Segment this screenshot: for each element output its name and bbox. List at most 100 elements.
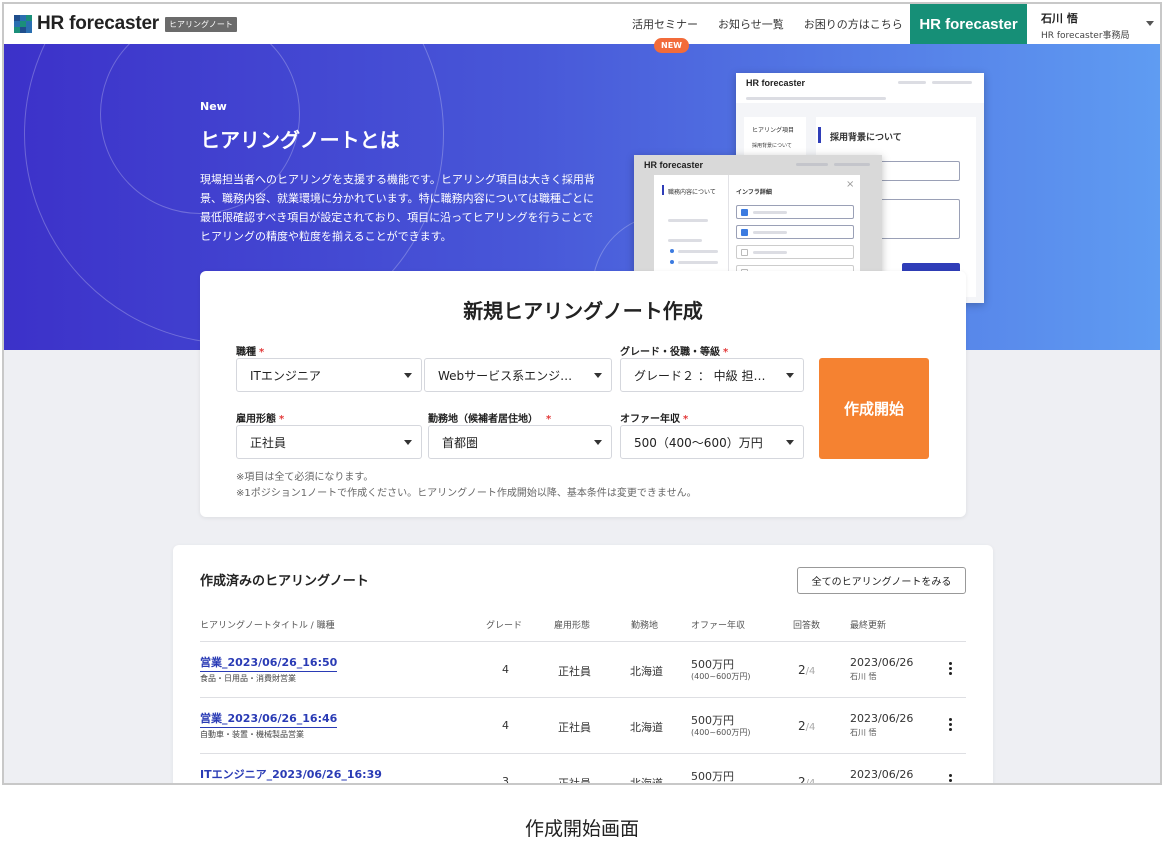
mockup-app-title: HR forecaster [644, 160, 704, 170]
bullet-icon [670, 249, 674, 253]
table-row: 営業_2023/06/26_16:50 食品・日用品・消費財営業 4 正社員 北… [200, 641, 966, 697]
job-type-select[interactable]: ITエンジニア [236, 358, 422, 392]
logo-text: HR forecaster [37, 13, 160, 34]
job-subtype-select[interactable]: Webサービス系エンジニア [424, 358, 612, 392]
top-header: HR forecaster ヒアリングノート 活用セミナー お知らせ一覧 お困り… [4, 4, 1160, 44]
hero-description: 現場担当者へのヒアリングを支援する機能です。ヒアリング項目は大きく採用背景、職務… [200, 173, 595, 243]
table-row: ITエンジニア_2023/06/26_16:39 3 正社員 北海道 500万円… [200, 753, 966, 785]
cell-employment: 正社員 [558, 721, 591, 734]
created-notes-card: 作成済みのヒアリングノート 全てのヒアリングノートをみる ヒアリングノートタイト… [173, 545, 993, 785]
location-label: 勤務地（候補者居住地） * [428, 414, 552, 425]
chevron-down-icon [594, 373, 602, 378]
mockup-checkbox-row [736, 225, 854, 239]
create-note-card: 新規ヒアリングノート作成 職種 * ITエンジニア Webサービス系エンジニア グ… [200, 271, 966, 517]
column-header-grade: グレード [486, 621, 523, 631]
column-header-employment: 雇用形態 [554, 621, 591, 631]
mockup-left-title: 職務内容について [668, 189, 716, 196]
placeholder-line [898, 81, 926, 84]
cell-updated-by: 石川 悟 [850, 672, 877, 681]
chevron-down-icon [404, 373, 412, 378]
list-title: 作成済みのヒアリングノート [200, 574, 369, 589]
cell-employment: 正社員 [558, 777, 591, 785]
cell-answers: 2/4 [798, 775, 816, 785]
nav-help[interactable]: お困りの方はこちら [804, 16, 903, 32]
cell-answers: 2/4 [798, 719, 816, 733]
cell-location: 北海道 [630, 665, 663, 678]
grade-select[interactable]: グレード２ ： 中級 担当者 [620, 358, 804, 392]
hero-new-label: New [200, 100, 227, 113]
chevron-down-icon [786, 373, 794, 378]
location-select[interactable]: 首都圏 [428, 425, 612, 459]
grade-label: グレード・役職・等級 * [620, 347, 729, 358]
column-header-answers: 回答数 [793, 621, 821, 631]
more-options-icon[interactable] [949, 662, 952, 677]
note-title-link[interactable]: 営業_2023/06/26_16:46 [200, 710, 338, 728]
placeholder-line [678, 261, 718, 264]
cell-salary: 500万円 [691, 770, 734, 783]
cell-updated: 2023/06/26 [850, 656, 914, 669]
close-icon: × [846, 179, 855, 190]
cell-updated-by: 石川 悟 [850, 728, 877, 737]
logo-grid-icon [14, 15, 32, 33]
cell-location: 北海道 [630, 721, 663, 734]
placeholder-line [668, 219, 708, 222]
start-create-button[interactable]: 作成開始 [819, 358, 929, 459]
cell-grade: 4 [502, 719, 509, 732]
cell-updated: 2023/06/26 [850, 712, 914, 725]
cell-salary: 500万円 [691, 714, 734, 727]
user-menu[interactable]: 石川 悟 HR forecaster事務局 [1041, 10, 1130, 41]
more-options-icon[interactable] [949, 774, 952, 783]
employment-select[interactable]: 正社員 [236, 425, 422, 459]
create-form-title: 新規ヒアリングノート作成 [463, 299, 703, 323]
mockup-right-title: インフラ詳細 [736, 189, 772, 196]
form-note-policy: ※1ポジション1ノートで作成ください。ヒアリングノート作成開始以降、基本条件は変… [236, 488, 697, 499]
cell-salary-range: (400~600万円) [691, 728, 751, 737]
placeholder-line [746, 97, 886, 100]
column-header-updated: 最終更新 [850, 621, 887, 631]
nav-news[interactable]: お知らせ一覧 [718, 16, 784, 32]
placeholder-line [668, 239, 702, 242]
user-org: HR forecaster事務局 [1041, 31, 1130, 41]
chevron-down-icon[interactable] [1146, 21, 1154, 26]
note-title-link[interactable]: 営業_2023/06/26_16:50 [200, 654, 338, 672]
note-category: 食品・日用品・消費財営業 [200, 674, 296, 683]
placeholder-line [678, 250, 718, 253]
figure-caption: 作成開始画面 [524, 818, 639, 840]
salary-select[interactable]: 500（400〜600）万円 [620, 425, 804, 459]
cell-grade: 3 [502, 775, 509, 785]
logo-badge: ヒアリングノート [165, 16, 237, 32]
mockup-checkbox-row [736, 245, 854, 259]
cell-updated: 2023/06/26 [850, 768, 914, 781]
mockup-menu-sub: 採用背景について [752, 143, 792, 149]
mockup-section-title: 採用背景について [830, 133, 902, 143]
salary-label: オファー年収 * [620, 414, 689, 425]
column-header-salary: オファー年収 [691, 621, 746, 631]
cell-salary-range: (400~600万円) [691, 672, 751, 681]
note-category: 自動車・装置・機械製品営業 [200, 730, 304, 739]
new-badge: NEW [654, 38, 689, 53]
bullet-icon [670, 260, 674, 264]
mockup-checkbox-row [736, 205, 854, 219]
note-title-link[interactable]: ITエンジニア_2023/06/26_16:39 [200, 766, 382, 783]
cell-salary: 500万円 [691, 658, 734, 671]
placeholder-line [932, 81, 972, 84]
view-all-notes-button[interactable]: 全てのヒアリングノートをみる [797, 567, 966, 594]
cell-answers: 2/4 [798, 663, 816, 677]
mockup-menu-item: ヒアリング項目 [752, 127, 795, 134]
cell-location: 北海道 [630, 777, 663, 785]
more-options-icon[interactable] [949, 718, 952, 733]
hr-forecaster-button[interactable]: HR forecaster [910, 4, 1027, 44]
logo[interactable]: HR forecaster ヒアリングノート [14, 13, 237, 35]
browser-frame: HR forecaster ヒアリングノート 活用セミナー お知らせ一覧 お困り… [2, 2, 1162, 785]
nav-seminar[interactable]: 活用セミナー [632, 16, 698, 32]
placeholder-line [834, 163, 870, 166]
column-header-location: 勤務地 [631, 621, 659, 631]
mockup-accent-bar [662, 185, 664, 195]
mockup-accent-bar [818, 127, 821, 143]
cell-employment: 正社員 [558, 665, 591, 678]
job-type-label: 職種 * [236, 347, 265, 358]
user-name: 石川 悟 [1041, 12, 1078, 25]
chevron-down-icon [594, 440, 602, 445]
hero-title: ヒアリングノートとは [200, 128, 400, 152]
mockup-app-title: HR forecaster [746, 78, 806, 88]
